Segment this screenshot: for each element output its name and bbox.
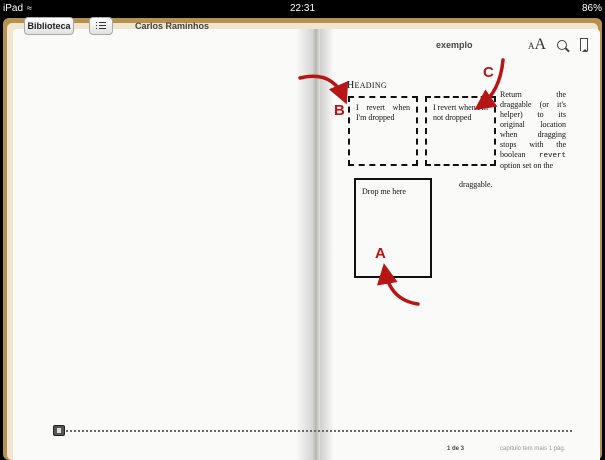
draggable-label: I revert when I'm dropped: [356, 103, 410, 122]
pages-remaining: capítulo tem mais 1 pág.: [500, 446, 566, 452]
book-page-edges: [7, 23, 600, 460]
search-icon[interactable]: [557, 40, 567, 50]
battery-level: 86%: [581, 3, 602, 14]
drop-target[interactable]: Drop me here: [354, 178, 432, 278]
scrubber-thumb-icon[interactable]: [53, 425, 65, 436]
code-revert: revert: [538, 152, 566, 160]
font-big-glyph: A: [534, 36, 547, 53]
draggable-revert-on-miss[interactable]: I revert when I'm not dropped: [425, 96, 496, 166]
book-author: Carlos Raminhos: [135, 21, 210, 31]
annotation-marker-c: C: [483, 64, 494, 81]
left-page[interactable]: [13, 29, 316, 460]
annotation-marker-b: B: [334, 102, 345, 119]
body-paragraph: Return the draggable (or it's helper) to…: [500, 90, 566, 170]
book-title: exemplo: [436, 40, 473, 50]
drop-target-label: Drop me here: [362, 187, 406, 196]
library-button[interactable]: Biblioteca: [24, 17, 74, 35]
page-scrubber[interactable]: [62, 430, 572, 434]
book-cover: [3, 18, 602, 460]
draggable-revert-on-drop[interactable]: I revert when I'm dropped: [348, 96, 418, 166]
page-indicator: 1 de 3: [447, 446, 465, 452]
list-icon: [96, 22, 106, 30]
status-bar: iPad ≈ 22:31 86%: [0, 0, 605, 18]
body-paragraph-tail: draggable.: [459, 180, 493, 189]
page-heading: HEADING: [347, 80, 387, 91]
font-size-icon[interactable]: AA: [528, 36, 546, 54]
table-of-contents-button[interactable]: [89, 17, 113, 35]
bookmark-icon[interactable]: [580, 38, 588, 52]
book-spine: [312, 29, 320, 460]
clock: 22:31: [289, 3, 316, 14]
draggable-label: I revert when I'm not dropped: [433, 103, 488, 122]
annotation-marker-a: A: [375, 245, 386, 262]
